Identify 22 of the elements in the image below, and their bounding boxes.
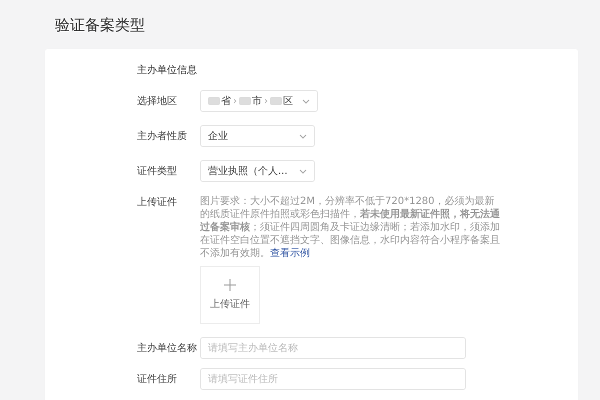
- dropdown-select[interactable]: 营业执照（个人...: [200, 160, 315, 182]
- page-title: 验证备案类型: [55, 16, 146, 35]
- field-label: 证件类型: [137, 164, 178, 178]
- field-label: 主办者性质: [137, 130, 188, 143]
- text-input[interactable]: 请填写主办单位名称: [200, 337, 466, 359]
- field-label: 证件住所: [137, 372, 178, 386]
- example-link[interactable]: 查看示例: [270, 248, 310, 259]
- text-input[interactable]: 请填写证件住所: [200, 368, 466, 390]
- chevron-down-icon: [302, 99, 310, 104]
- dropdown-select[interactable]: 企业: [200, 125, 315, 147]
- region-select[interactable]: 省 › 市 › 区: [200, 90, 318, 112]
- plus-icon: [224, 279, 236, 291]
- chevron-down-icon: [299, 134, 307, 139]
- section-title: 主办单位信息: [137, 64, 198, 77]
- upload-requirements: 图片要求：大小不超过2M，分辨率不低于720*1280，必须为最新的纸质证件原件拍照或彩色扫描件，若未使用最新证件照，将无法通过备案审核；须证件四周圆角及卡证边缘清晰；若添加水印，须添加在证件空白位置不遮挡文字、图像信息，水印内容符合小程序备案且不添加有效期。查看示例: [200, 195, 500, 260]
- separator: ›: [233, 96, 237, 106]
- field-label: 主办单位名称: [137, 342, 198, 355]
- chevron-down-icon: [299, 169, 307, 174]
- upload-button[interactable]: 上传证件: [200, 266, 260, 324]
- field-label: 选择地区: [137, 94, 178, 108]
- separator: ›: [264, 96, 268, 106]
- field-label: 上传证件: [137, 196, 178, 209]
